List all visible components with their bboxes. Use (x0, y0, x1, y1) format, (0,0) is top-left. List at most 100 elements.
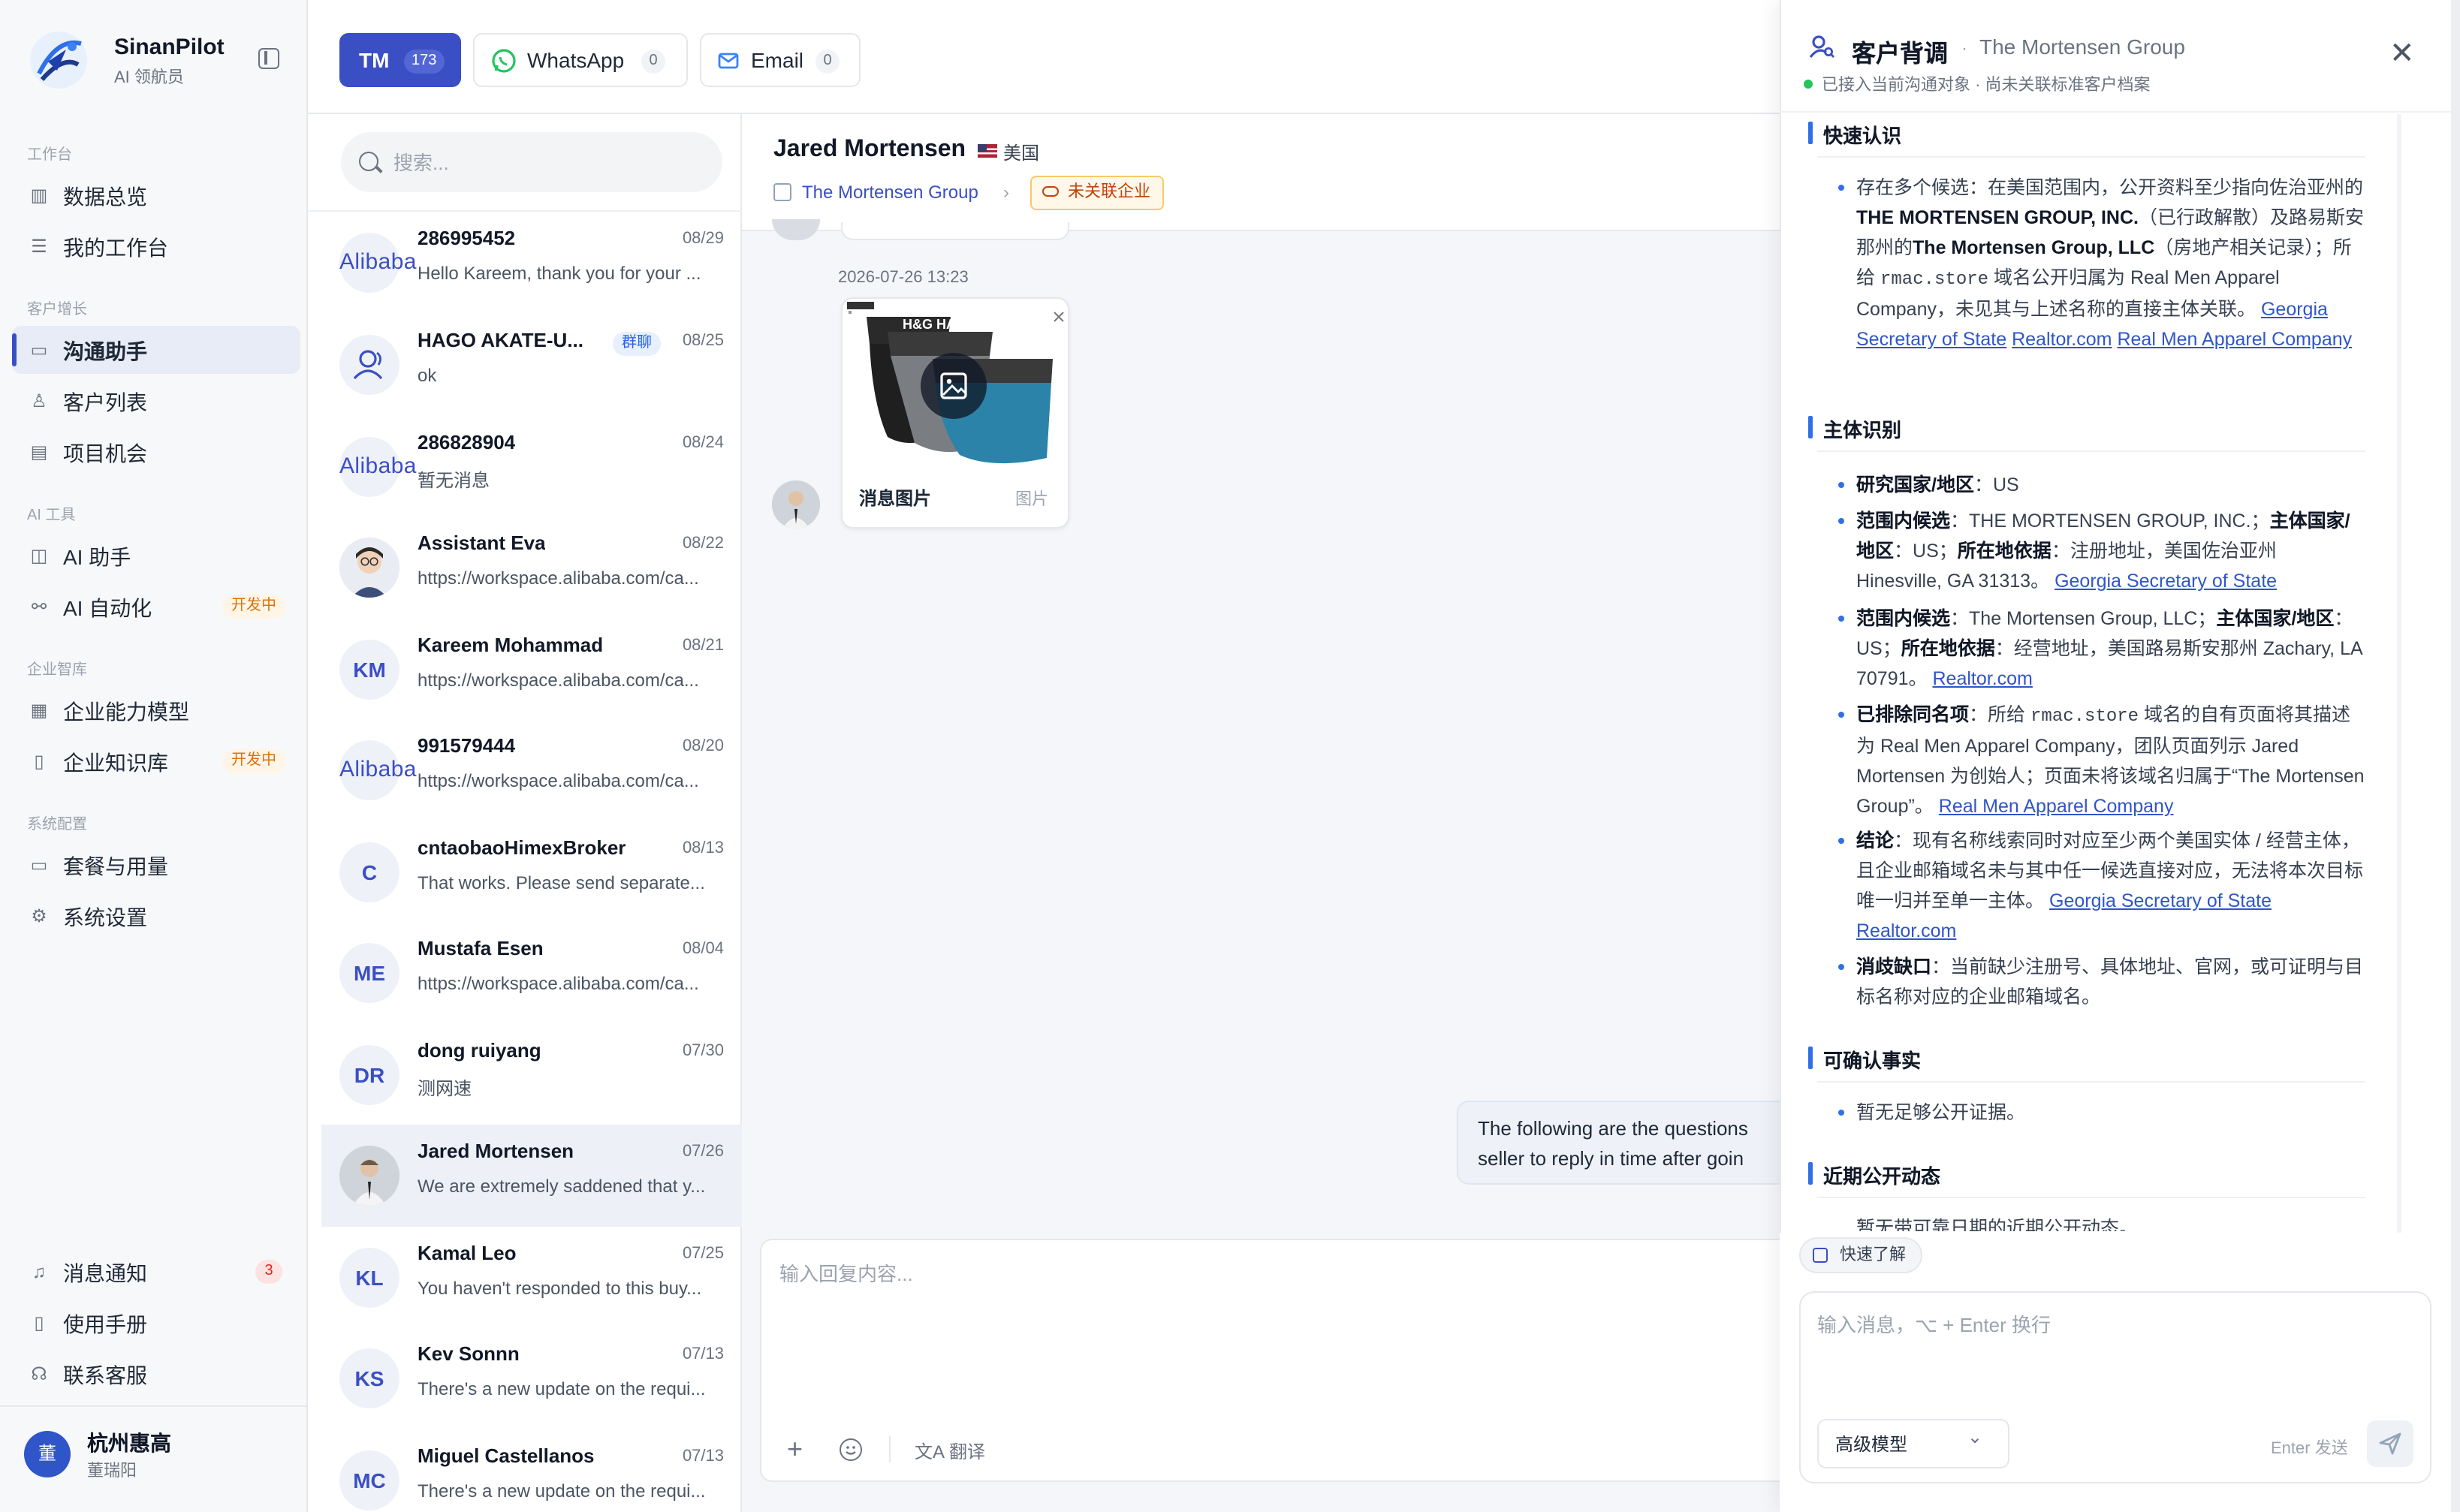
divider (1817, 450, 2365, 452)
nav-item-customers[interactable]: ♙ 客户列表 (12, 377, 300, 425)
list-item[interactable]: Alibaba 286828904 08/24 暂无消息 (321, 416, 742, 518)
nav-item-ai-assistant[interactable]: ◫ AI 助手 (12, 532, 300, 580)
nav-item-my-workspace[interactable]: ☰ 我的工作台 (12, 222, 300, 270)
section-heading: 快速认识 (1807, 120, 1901, 149)
us-flag-icon (978, 144, 997, 158)
company-link[interactable]: The Mortensen Group (802, 182, 978, 203)
source-link[interactable]: Realtor.com (1933, 668, 2033, 689)
list-item[interactable]: Alibaba 286995452 08/29 Hello Kareem, th… (321, 212, 742, 314)
nav-item-dashboard[interactable]: ▥ 数据总览 (12, 171, 300, 219)
nav-item-ai-automation[interactable]: ⚯ AI 自动化 开发中 (12, 583, 300, 631)
nav-section-label: 系统配置 (27, 817, 87, 833)
list-item[interactable]: ME Mustafa Esen 08/04 https://workspace.… (321, 922, 742, 1024)
list-item[interactable]: KL Kamal Leo 07/25 You haven't responded… (321, 1227, 742, 1329)
add-attachment-button[interactable]: + (787, 1435, 803, 1462)
nav-item-notifications[interactable]: ♫ 消息通知 3 (12, 1248, 300, 1296)
robot-icon (1813, 1248, 1828, 1263)
chat-header (742, 114, 1780, 231)
headset-icon: ☊ (31, 1363, 47, 1384)
message-timestamp: 2026-07-26 13:23 (838, 269, 969, 287)
divider (889, 1435, 891, 1462)
assistant-input[interactable] (1817, 1309, 2388, 1369)
nav-item-chat-assistant[interactable]: ▭ 沟通助手 (12, 326, 300, 374)
window-edge (2451, 0, 2460, 1512)
status-dot (1804, 80, 1813, 89)
tab-whatsapp[interactable]: WhatsApp 0 (473, 33, 688, 87)
divider (1780, 111, 2451, 113)
avatar: Alibaba (339, 437, 417, 497)
contact-name: Jared Mortensen (773, 137, 966, 162)
avatar: ME (339, 943, 399, 1003)
avatar: MC (339, 1450, 399, 1510)
translate-icon[interactable]: 文A (915, 1438, 945, 1464)
notification-count-badge: 3 (255, 1260, 282, 1284)
avatar: KL (339, 1248, 399, 1308)
close-icon[interactable]: ✕ (2389, 39, 2415, 69)
message-card (841, 222, 1069, 240)
scrollbar[interactable] (2397, 114, 2401, 1233)
list-item[interactable]: DR dong ruiyang 07/30 测网速 (321, 1024, 742, 1126)
building-icon: ▦ (30, 700, 48, 721)
tab-count: 0 (641, 50, 665, 74)
chat-icon: ▭ (30, 339, 48, 360)
list-item[interactable]: KM Kareem Mohammad 08/21 https://workspa… (321, 619, 742, 721)
user-name: 杭州惠高 (87, 1431, 171, 1455)
divider (1817, 1197, 2365, 1198)
card-icon: ▭ (30, 854, 48, 875)
list-item[interactable]: C cntaobaoHimexBroker 08/13 That works. … (321, 821, 742, 923)
list-item[interactable]: HAGO AKATE-U... 群聊 08/25 ok (321, 314, 742, 416)
list-item[interactable]: KS Kev Sonnn 07/13 There's a new update … (321, 1327, 742, 1429)
translate-button[interactable]: 翻译 (949, 1438, 985, 1464)
tab-count: 173 (404, 50, 445, 74)
nav-section-label: 工作台 (27, 147, 72, 164)
source-link[interactable]: Georgia Secretary of State (2049, 890, 2272, 911)
avatar: DR (339, 1045, 399, 1105)
source-link[interactable]: Georgia Secretary of State (2055, 571, 2277, 592)
avatar[interactable]: 董 (24, 1431, 71, 1477)
source-link[interactable]: Realtor.com (1856, 920, 1956, 941)
nav-section-label: 客户增长 (27, 302, 87, 318)
bar-chart-icon: ▥ (30, 185, 48, 206)
nav-item-support[interactable]: ☊ 联系客服 (12, 1350, 300, 1398)
nav-item-manual[interactable]: ▯ 使用手册 (12, 1299, 300, 1347)
section-heading: 主体识别 (1807, 414, 1901, 443)
chevron-down-icon: ⌄ (1967, 1426, 1983, 1447)
avatar (772, 480, 820, 529)
list-item[interactable]: MC Miguel Castellanos 07/13 There's a ne… (321, 1429, 742, 1512)
gear-icon: ⚙ (31, 905, 47, 926)
list-item[interactable]: Assistant Eva 08/22 https://workspace.al… (321, 517, 742, 619)
source-link[interactable]: Real Men Apparel Company (1939, 796, 2174, 817)
list-item[interactable]: Alibaba 991579444 08/20 https://workspac… (321, 719, 742, 821)
nav-item-capability-model[interactable]: ▦ 企业能力模型 (12, 686, 300, 734)
flow-icon: ⚯ (31, 596, 47, 617)
nav-section-label: AI 工具 (27, 508, 76, 524)
list-item-selected[interactable]: Jared Mortensen 07/26 We are extremely s… (321, 1125, 742, 1227)
nav-item-settings[interactable]: ⚙ 系统设置 (12, 892, 300, 940)
tab-count: 0 (815, 50, 840, 74)
image-view-icon[interactable] (921, 353, 987, 419)
section-heading: 近期公开动态 (1807, 1161, 1940, 1189)
building-icon (773, 183, 791, 201)
outgoing-message-text: The following are the questions seller to… (1478, 1117, 1748, 1170)
nav-item-opportunities[interactable]: ▤ 项目机会 (12, 428, 300, 476)
panel-title: 客户背调 (1852, 42, 1949, 68)
group-chat-badge: 群聊 (613, 332, 661, 356)
source-link[interactable]: Real Men Apparel Company (2117, 329, 2352, 350)
mail-icon (718, 53, 739, 69)
panel-company: The Mortensen Group (1979, 35, 2185, 59)
book-icon: ▯ (34, 1312, 44, 1333)
sidebar-collapse-icon[interactable] (258, 48, 279, 69)
source-link[interactable]: Realtor.com (2012, 329, 2112, 350)
brand-subtitle: AI 领航员 (114, 69, 184, 87)
list-item: 结论：现有名称线索同时对应至少两个美国实体 / 经营主体，且企业邮箱域名未与其中… (1838, 826, 2367, 946)
nav-item-plan-usage[interactable]: ▭ 套餐与用量 (12, 841, 300, 889)
reply-input[interactable] (779, 1258, 1756, 1348)
tab-email[interactable]: Email 0 (700, 33, 861, 87)
emoji-icon[interactable] (840, 1438, 862, 1461)
avatar (339, 538, 399, 598)
search-input[interactable] (393, 149, 694, 176)
title-separator: · (1961, 38, 1967, 59)
tab-tm[interactable]: TM 173 (339, 33, 461, 87)
nav-item-knowledge-base[interactable]: ▯ 企业知识库 开发中 (12, 737, 300, 785)
list-item: 范围内候选：The Mortensen Group, LLC；主体国家/地区：U… (1838, 604, 2367, 694)
